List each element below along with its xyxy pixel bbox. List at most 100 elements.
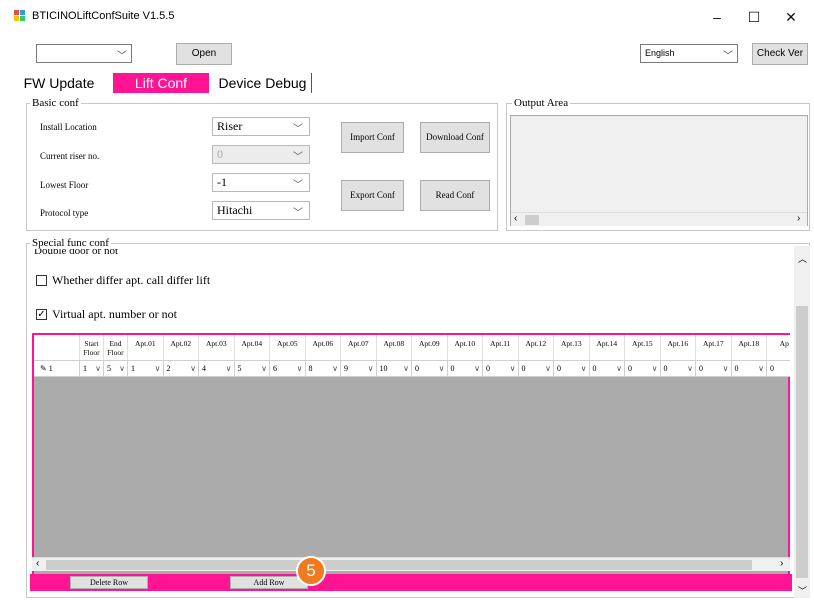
output-area-title: Output Area [512, 97, 571, 109]
grid-cell-select[interactable]: 0∨ [412, 361, 448, 376]
grid-cell-select[interactable]: 4 ∨ [199, 361, 235, 376]
grid-cell-select[interactable]: 5 ∨ [104, 361, 128, 376]
grid-cell-select[interactable]: 0∨ [767, 361, 790, 376]
title-bar: BTICINOLiftConfSuite V1.5.5 – ☐ ✕ [0, 0, 814, 33]
page-scroll-thumb[interactable] [796, 306, 808, 578]
chevron-down-icon: ﹀ [293, 208, 303, 219]
apartment-grid[interactable]: Start Floor End Floor Apt.01 Apt.02 Apt.03 Ap… [32, 333, 790, 574]
grid-cell-value: 0 [628, 364, 632, 373]
grid-cell-value: 0 [415, 364, 419, 373]
table-row[interactable]: ✎ 1 1 ∨ 5 ∨ 1 ∨ 2 ∨ 4 ∨ 5 ∨ 6 ∨ 8 ∨ 9 ∨ 10 ∨ 0 ∨ 0 ∨ 0 ∨ 0 ∨ 0 ∨ 0 ∨ 0 ∨ 0 ∨… [34, 361, 790, 377]
grid-column-header: Apt.05 [270, 335, 306, 360]
tab-device-debug[interactable]: Device Debug [214, 73, 312, 93]
export-conf-button[interactable]: Export Conf [341, 180, 404, 211]
grid-cell-value: 0 [557, 364, 561, 373]
open-button[interactable]: Open [176, 43, 232, 65]
chevron-down-icon: ﹀ [293, 124, 303, 135]
grid-cell-select[interactable]: 0∨ [696, 361, 732, 376]
differ-lift-checkbox[interactable] [36, 275, 47, 286]
chevron-down-icon: ∨ [296, 364, 303, 373]
grid-column-header: Apt.04 [235, 335, 270, 360]
window-title: BTICINOLiftConfSuite V1.5.5 [32, 10, 175, 22]
grid-cell-select[interactable]: 0∨ [590, 361, 625, 376]
grid-cell-value: 0 [521, 364, 526, 373]
app-icon [14, 10, 25, 21]
grid-cell-value: 0 [592, 364, 597, 373]
close-button[interactable]: ✕ [776, 6, 806, 28]
chevron-down-icon: ∨ [225, 364, 232, 373]
scroll-left-icon[interactable]: ‹ [514, 213, 517, 224]
grid-column-header: Apt.14 [590, 335, 625, 360]
scroll-up-icon[interactable]: ︿ [798, 252, 807, 265]
grid-cell-select[interactable]: 9 ∨ [341, 361, 377, 376]
output-hscrollbar[interactable]: ‹ › [511, 212, 807, 226]
chevron-down-icon: ∨ [95, 364, 101, 373]
grid-cell-value: 10 [379, 364, 388, 373]
output-textbox[interactable]: ‹ › [510, 115, 808, 226]
scroll-down-icon[interactable]: ﹀ [798, 584, 807, 597]
grid-cell-select[interactable]: 6 ∨ [270, 361, 306, 376]
protocol-type-select[interactable]: Hitachi ﹀ [212, 201, 310, 220]
grid-cell-select[interactable]: 1 ∨ [128, 361, 164, 376]
install-location-select[interactable]: Riser ﹀ [212, 117, 310, 136]
grid-cell-value: 5 [107, 364, 111, 373]
grid-column-header: Apt.17 [696, 335, 732, 360]
chevron-down-icon: ∨ [332, 364, 338, 373]
grid-cell-value: 1 [131, 364, 135, 373]
language-select[interactable]: English ﹀ [640, 44, 738, 63]
download-conf-button[interactable]: Download Conf [420, 122, 490, 153]
scroll-left-icon[interactable]: ‹ [36, 558, 39, 569]
grid-hscrollbar[interactable]: ‹ › [32, 557, 790, 571]
scroll-right-icon[interactable]: › [797, 213, 800, 224]
check-ver-button[interactable]: Check Ver [752, 43, 808, 65]
differ-lift-label: Whether differ apt. call differ lift [52, 273, 211, 287]
virtual-apt-checkbox[interactable]: ✓ [36, 309, 47, 320]
grid-cell-select[interactable]: 5 ∨ [235, 361, 270, 376]
tab-fw-update[interactable]: FW Update [16, 73, 102, 93]
current-riser-label: Current riser no. [40, 151, 100, 161]
chevron-down-icon: ∨ [190, 364, 196, 373]
grid-column-header: Apt.16 [661, 335, 696, 360]
chevron-down-icon: ∨ [687, 364, 693, 373]
clipped-option-text: Double door or not [34, 249, 119, 256]
current-riser-select[interactable]: 0 ﹀ [212, 145, 310, 164]
grid-cell-select[interactable]: 0∨ [483, 361, 519, 376]
delete-row-button[interactable]: Delete Row [70, 576, 148, 589]
grid-cell-select[interactable]: 0∨ [448, 361, 483, 376]
grid-cell-select[interactable]: 0∨ [519, 361, 554, 376]
output-scroll-thumb[interactable] [525, 215, 539, 225]
grid-cell-select[interactable]: 10 ∨ [377, 361, 412, 376]
grid-scroll-thumb[interactable] [46, 560, 752, 570]
grid-cell-select[interactable]: 8 ∨ [306, 361, 341, 376]
grid-cell-select[interactable]: 0∨ [732, 361, 767, 376]
step-callout-badge: 5 [296, 556, 326, 586]
grid-cell-value: 0 [734, 364, 739, 373]
grid-column-header: Apt.18 [732, 335, 767, 360]
maximize-button[interactable]: ☐ [739, 6, 769, 28]
grid-column-header: Start Floor [80, 335, 104, 360]
chevron-down-icon: ∨ [651, 364, 658, 373]
grid-cell-select[interactable]: 0∨ [625, 361, 661, 376]
row-marker: ✎ 1 [34, 361, 80, 376]
grid-cell-select[interactable]: 2 ∨ [164, 361, 199, 376]
import-conf-button[interactable]: Import Conf [341, 122, 404, 153]
grid-column-header: Apt.10 [448, 335, 483, 360]
scroll-right-icon[interactable]: › [780, 558, 783, 569]
grid-cell-value: 0 [699, 364, 703, 373]
add-row-button[interactable]: Add Row [230, 576, 308, 589]
port-select[interactable]: ﹀ [36, 44, 132, 63]
chevron-down-icon: ﹀ [293, 180, 303, 191]
minimize-button[interactable]: – [702, 6, 732, 28]
grid-cell-select[interactable]: 0∨ [554, 361, 590, 376]
lowest-floor-select[interactable]: -1 ﹀ [212, 173, 310, 192]
grid-cell-select[interactable]: 1 ∨ [80, 361, 104, 376]
grid-cell-select[interactable]: 0∨ [661, 361, 696, 376]
grid-column-header: Apt.07 [341, 335, 377, 360]
tab-lift-conf[interactable]: Lift Conf [113, 73, 209, 93]
grid-cell-value: 1 [83, 364, 87, 373]
virtual-apt-label: Virtual apt. number or not [52, 307, 177, 321]
grid-cell-value: 0 [486, 364, 490, 373]
page-vscrollbar[interactable]: ︿ ﹀ [794, 246, 810, 598]
grid-cell-value: 0 [450, 364, 455, 373]
read-conf-button[interactable]: Read Conf [420, 180, 490, 211]
